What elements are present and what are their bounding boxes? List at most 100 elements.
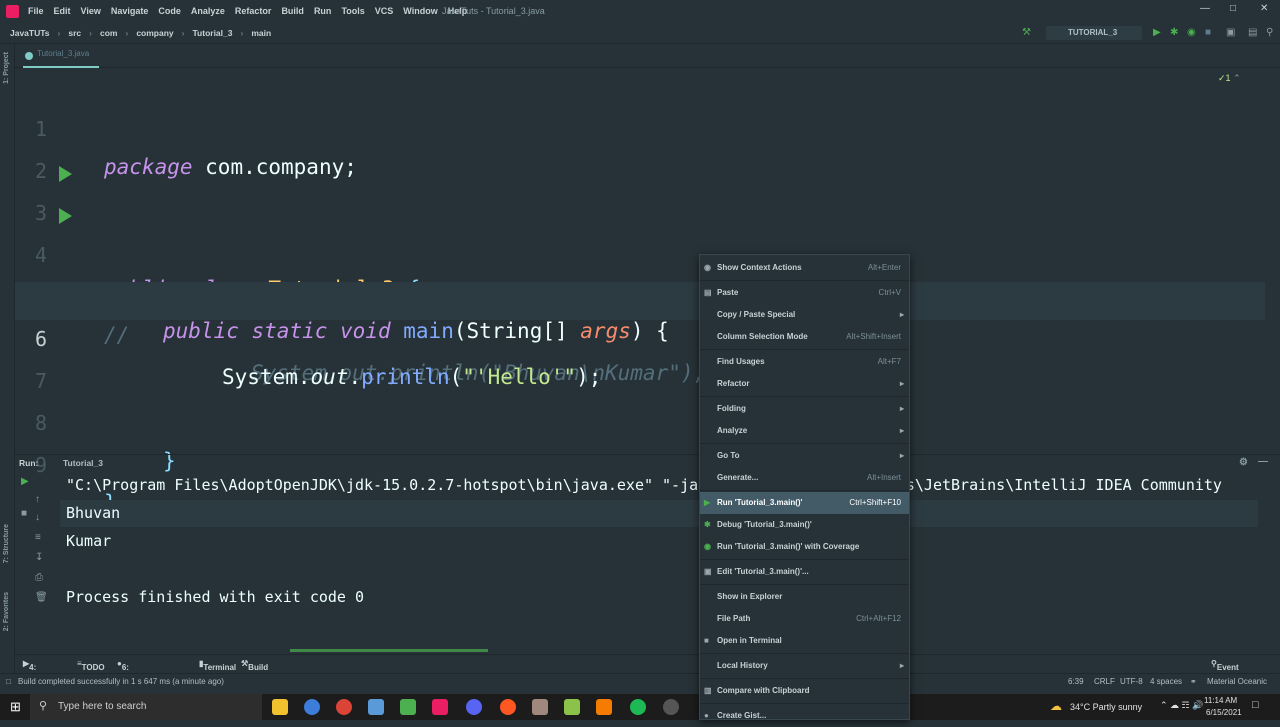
menu-item-generate[interactable]: Generate... Alt+Insert (700, 467, 909, 489)
run-gutter-icon[interactable] (59, 208, 72, 224)
app-icon[interactable] (400, 699, 416, 715)
chrome-icon[interactable] (336, 699, 352, 715)
print-icon[interactable]: ⎙ (35, 572, 43, 583)
menu-analyze[interactable]: Analyze (186, 6, 230, 16)
menu-item-analyze[interactable]: Analyze ▸ (700, 420, 909, 442)
console-output[interactable]: "C:\Program Files\AdoptOpenJDK\jdk-15.0.… (66, 472, 1266, 652)
menu-navigate[interactable]: Navigate (106, 6, 154, 16)
breadcrumb-project[interactable]: JavaTUTs (0, 28, 54, 38)
scroll-up-icon[interactable]: ↑ (35, 494, 40, 505)
menu-item-show-in-explorer[interactable]: Show in Explorer (700, 586, 909, 608)
search-icon[interactable]: ⚲ (1266, 27, 1273, 38)
gear-icon[interactable]: ⚙ (1239, 457, 1248, 468)
breadcrumb-src[interactable]: src (64, 28, 85, 38)
notification-icon[interactable]: □ (1252, 699, 1259, 711)
menu-file[interactable]: File (23, 6, 49, 16)
menu-vcs[interactable]: VCS (370, 6, 399, 16)
build-hammer-icon[interactable]: ⚒ (1022, 27, 1031, 38)
weather-text[interactable]: 34°C Partly sunny (1070, 702, 1142, 712)
theme-indicator[interactable]: Material Oceanic (1207, 677, 1267, 686)
sublime-icon[interactable] (596, 699, 612, 715)
menu-run[interactable]: Run (309, 6, 337, 16)
run-icon[interactable]: ▶ (1153, 27, 1161, 38)
menu-tools[interactable]: Tools (336, 6, 369, 16)
event-log-button[interactable]: ⚲ Event Log (1211, 659, 1239, 681)
app-icon[interactable] (564, 699, 580, 715)
menu-view[interactable]: View (76, 6, 106, 16)
spotify-icon[interactable] (630, 699, 646, 715)
menu-item-find-usages[interactable]: Find Usages Alt+F7 (700, 351, 909, 373)
file-explorer-icon[interactable] (272, 699, 288, 715)
status-icon[interactable]: □ (6, 677, 11, 686)
app-icon[interactable] (532, 699, 548, 715)
tab-terminal[interactable]: ▮ Terminal (199, 659, 236, 672)
menu-item-copy-paste-special[interactable]: Copy / Paste Special ▸ (700, 304, 909, 326)
hide-panel-icon[interactable]: — (1258, 456, 1268, 467)
structure-tool-label[interactable]: 7: Structure (3, 524, 10, 563)
menu-item-show-context-actions[interactable]: ◉ Show Context Actions Alt+Enter (700, 257, 909, 279)
delete-icon[interactable]: 🗑 (35, 592, 48, 603)
breadcrumb-class[interactable]: Tutorial_3 (188, 28, 236, 38)
menu-item-edit-tutorial-3-main[interactable]: ▣ Edit 'Tutorial_3.main()'... (700, 561, 909, 583)
run-gutter-icon[interactable] (59, 166, 72, 182)
status-message[interactable]: Build completed successfully in 1 s 647 … (18, 677, 224, 686)
line-separator[interactable]: CRLF (1094, 677, 1115, 686)
menu-item-paste[interactable]: ▤ Paste Ctrl+V (700, 282, 909, 304)
menu-item-go-to[interactable]: Go To ▸ (700, 445, 909, 467)
run-config-dropdown[interactable]: TUTORIAL_3 (1046, 26, 1142, 40)
menu-item-open-in-terminal[interactable]: ■ Open in Terminal (700, 630, 909, 652)
menu-item-file-path[interactable]: File Path Ctrl+Alt+F12 (700, 608, 909, 630)
menu-item-create-gist[interactable]: ● Create Gist... (700, 705, 909, 727)
project-structure-icon[interactable]: ▣ (1226, 27, 1235, 38)
menu-item-folding[interactable]: Folding ▸ (700, 398, 909, 420)
settings-icon[interactable]: ▤ (1248, 27, 1257, 38)
menu-item-local-history[interactable]: Local History ▸ (700, 655, 909, 677)
scroll-to-end-icon[interactable]: ↧ (35, 552, 43, 563)
discord-icon[interactable] (466, 699, 482, 715)
file-encoding[interactable]: UTF-8 (1120, 677, 1143, 686)
minimize-icon[interactable]: — (1200, 3, 1210, 14)
app-icon[interactable] (368, 699, 384, 715)
breadcrumb-method[interactable]: main (247, 28, 275, 38)
clock-time[interactable]: 11:14 AM (1204, 696, 1237, 705)
tab-tutorial-3[interactable]: Tutorial_3.java (23, 49, 100, 68)
project-tool-label[interactable]: 1: Project (3, 52, 10, 84)
app-icon[interactable] (663, 699, 679, 715)
tab-build[interactable]: ⚒ Build (241, 659, 268, 672)
rerun-icon[interactable]: ▶ (21, 476, 29, 487)
taskbar-search-input[interactable]: ⚲ Type here to search (30, 694, 262, 720)
soft-wrap-icon[interactable]: ≡ (35, 532, 41, 543)
menu-item-column-selection-mode[interactable]: Column Selection Mode Alt+Shift+Insert (700, 326, 909, 348)
stop-icon[interactable]: ■ (1205, 27, 1211, 38)
maximize-icon[interactable]: □ (1230, 3, 1236, 14)
menu-item-run-tutorial-3-main[interactable]: ▶ Run 'Tutorial_3.main()' Ctrl+Shift+F10 (700, 492, 909, 514)
stop-icon[interactable]: ■ (21, 508, 27, 519)
edge-icon[interactable] (304, 699, 320, 715)
app-icon[interactable] (500, 699, 516, 715)
clock-date[interactable]: 6/15/2021 (1206, 708, 1242, 717)
code-editor[interactable]: 1 package com.company; 2 3 public class … (15, 70, 1265, 515)
intellij-icon[interactable] (432, 699, 448, 715)
tab-todo[interactable]: ≡ TODO (77, 659, 105, 672)
lock-icon[interactable]: ⚭ (1190, 677, 1197, 686)
favorites-tool-label[interactable]: 2: Favorites (3, 592, 10, 631)
indent-setting[interactable]: 4 spaces (1150, 677, 1182, 686)
tab-problems[interactable]: ● 6: Problems (117, 659, 158, 681)
caret-position[interactable]: 6:39 (1068, 677, 1084, 686)
debug-icon[interactable]: ✱ (1170, 27, 1178, 38)
coverage-icon[interactable]: ◉ (1187, 27, 1196, 38)
breadcrumb-company[interactable]: company (132, 28, 177, 38)
console-scrollbar[interactable] (290, 649, 488, 652)
menu-window[interactable]: Window (398, 6, 442, 16)
menu-code[interactable]: Code (153, 6, 186, 16)
breadcrumb-com[interactable]: com (96, 28, 121, 38)
tab-run-tutorial-3[interactable]: Tutorial_3 (57, 458, 109, 468)
menu-refactor[interactable]: Refactor (230, 6, 277, 16)
windows-start-icon[interactable]: ⊞ (10, 699, 21, 715)
menu-item-compare-with-clipboard[interactable]: ▥ Compare with Clipboard (700, 680, 909, 702)
menu-item-refactor[interactable]: Refactor ▸ (700, 373, 909, 395)
menu-item-run-tutorial-3-main-with-coverage[interactable]: ◉ Run 'Tutorial_3.main()' with Coverage (700, 536, 909, 558)
menu-item-debug-tutorial-3-main[interactable]: ✱ Debug 'Tutorial_3.main()' (700, 514, 909, 536)
menu-build[interactable]: Build (276, 6, 309, 16)
tray-icons[interactable]: ⌃ ☁ ☶ 🔊 (1160, 700, 1203, 711)
